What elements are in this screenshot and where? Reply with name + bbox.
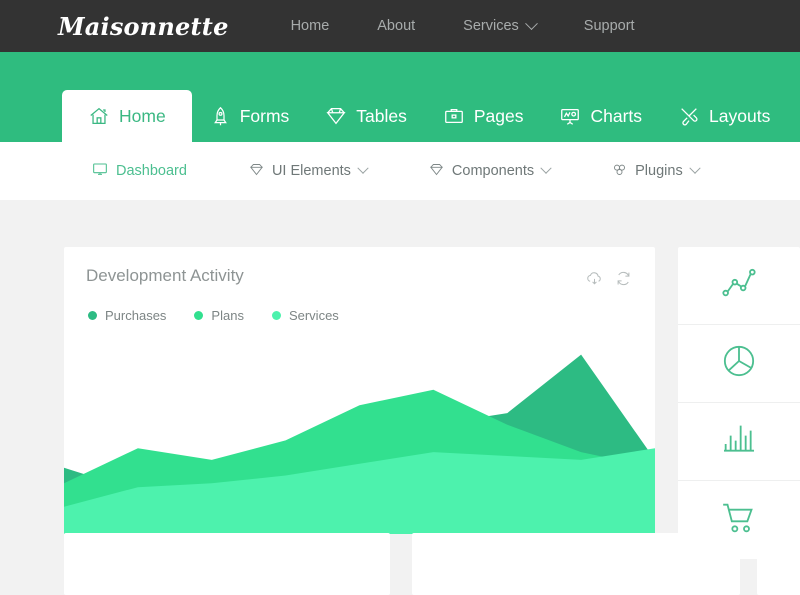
tab-label: Forms [239, 105, 290, 126]
area-chart[interactable] [64, 323, 655, 534]
secondary-navigation: Dashboard UI Elements Components Plugins [0, 142, 800, 200]
area-chart-canvas [64, 354, 655, 534]
rocket-icon [210, 106, 231, 127]
legend-swatch [271, 311, 281, 320]
legend-item-plans[interactable]: Plans [194, 308, 244, 323]
bar-chart-icon [719, 419, 759, 464]
cloud-download-icon[interactable] [585, 269, 604, 288]
subnav-label: Components [451, 163, 535, 179]
rail-item-bar-chart[interactable] [678, 403, 800, 481]
primary-tab-list: Home Forms Tables Pages Charts Layouts [62, 90, 788, 142]
pie-chart-icon [719, 341, 759, 386]
top-navigation: Home About Services Support [291, 16, 635, 34]
card-action-group [585, 266, 633, 288]
topnav-label: Home [290, 18, 330, 34]
tab-label: Charts [590, 105, 643, 126]
tab-label: Home [119, 105, 166, 126]
subnav-item-ui-elements[interactable]: UI Elements [249, 162, 369, 181]
brand-logo[interactable]: Maisonnette [58, 12, 229, 41]
tab-label: Layouts [709, 105, 771, 126]
legend-swatch [88, 311, 97, 320]
tab-forms[interactable]: Forms [192, 90, 308, 142]
development-activity-card: Development Activity Purchases Plans Ser… [64, 247, 655, 534]
tab-label: Pages [473, 105, 524, 126]
topnav-item-about[interactable]: About [377, 18, 415, 34]
rail-item-pie-chart[interactable] [678, 325, 800, 403]
bottom-card-center [412, 533, 740, 595]
chevron-down-icon [357, 162, 369, 174]
tab-charts[interactable]: Charts [541, 90, 660, 142]
tab-label: Tables [356, 105, 407, 126]
refresh-icon[interactable] [614, 269, 633, 288]
home-icon [88, 105, 110, 127]
legend-item-purchases[interactable]: Purchases [88, 308, 166, 323]
monitor-icon [92, 161, 108, 181]
diamond-icon [429, 162, 444, 181]
subnav-label: Plugins [635, 163, 683, 179]
bottom-card-right [757, 533, 800, 595]
tab-home[interactable]: Home [62, 90, 192, 142]
tools-icon [678, 105, 700, 127]
topnav-item-home[interactable]: Home [291, 18, 330, 34]
whiteboard-icon [559, 105, 581, 127]
chart-legend: Purchases Plans Services [64, 288, 655, 323]
legend-label: Purchases [105, 308, 167, 323]
chevron-down-icon [524, 16, 538, 30]
topnav-label: About [377, 18, 416, 34]
subnav-item-plugins[interactable]: Plugins [612, 162, 701, 181]
legend-label: Plans [211, 308, 244, 323]
rail-item-line-chart[interactable] [678, 247, 800, 325]
topnav-label: Services [463, 18, 519, 34]
diamond-icon [325, 105, 347, 127]
subnav-item-components[interactable]: Components [429, 162, 552, 181]
chevron-down-icon [540, 162, 552, 174]
page-title: Development Activity [86, 266, 244, 285]
quick-widget-rail [678, 247, 800, 559]
tab-tables[interactable]: Tables [307, 90, 425, 142]
card-header: Development Activity [64, 247, 655, 288]
subnav-item-dashboard[interactable]: Dashboard [92, 161, 187, 181]
page-content: Development Activity Purchases Plans Ser… [0, 200, 800, 595]
briefcase-icon [443, 105, 465, 127]
diamond-icon [249, 162, 264, 181]
subnav-label: UI Elements [271, 163, 351, 179]
legend-label: Services [288, 308, 339, 323]
line-chart-icon [719, 263, 759, 308]
tab-pages[interactable]: Pages [425, 90, 542, 142]
chevron-down-icon [689, 162, 701, 174]
legend-item-services[interactable]: Services [271, 308, 339, 323]
topnav-item-services[interactable]: Services [463, 16, 538, 34]
topnav-item-support[interactable]: Support [584, 18, 635, 34]
legend-swatch [194, 311, 204, 320]
subnav-label: Dashboard [116, 163, 187, 179]
tab-layouts[interactable]: Layouts [660, 90, 788, 142]
top-header-bar: Maisonnette Home About Services Support [0, 0, 800, 52]
topnav-label: Support [583, 18, 635, 34]
puzzle-icon [612, 162, 627, 181]
primary-tab-bar: Home Forms Tables Pages Charts Layouts [0, 52, 800, 142]
bottom-card-left [64, 533, 390, 595]
